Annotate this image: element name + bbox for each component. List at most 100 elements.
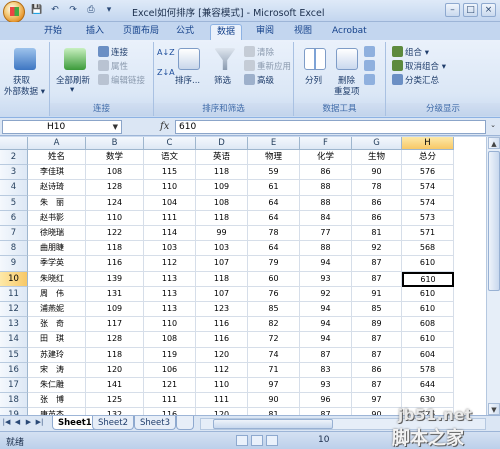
table-cell[interactable]: 132 (86, 408, 144, 415)
table-cell[interactable]: 110 (196, 378, 248, 394)
header-cell[interactable]: 总分 (402, 150, 454, 166)
table-cell[interactable]: 604 (402, 347, 454, 363)
row-header[interactable]: 13 (0, 317, 28, 333)
table-cell[interactable]: 120 (86, 362, 144, 378)
row-header[interactable]: 8 (0, 241, 28, 257)
table-cell[interactable]: 94 (300, 332, 352, 348)
table-cell[interactable]: 124 (86, 195, 144, 211)
table-cell[interactable]: 610 (402, 256, 454, 272)
table-cell[interactable]: 宋 涛 (28, 362, 86, 378)
table-cell[interactable]: 610 (402, 332, 454, 348)
table-cell[interactable]: 116 (144, 408, 196, 415)
table-cell[interactable]: 86 (352, 210, 402, 226)
row-header[interactable]: 7 (0, 226, 28, 242)
table-cell[interactable]: 周 伟 (28, 286, 86, 302)
row-header[interactable]: 5 (0, 195, 28, 211)
table-cell[interactable]: 119 (144, 347, 196, 363)
table-cell[interactable]: 朱仁雕 (28, 378, 86, 394)
tab-insert[interactable]: 插入 (80, 24, 110, 40)
formula-input[interactable]: 610 (175, 120, 486, 134)
table-cell[interactable]: 113 (144, 286, 196, 302)
table-cell[interactable]: 112 (144, 256, 196, 272)
table-cell[interactable]: 93 (300, 378, 352, 394)
vertical-scrollbar[interactable]: ▲ ▼ (486, 137, 500, 415)
table-cell[interactable]: 94 (300, 317, 352, 333)
table-cell[interactable]: 64 (248, 210, 300, 226)
table-cell[interactable]: 93 (300, 271, 352, 287)
close-button[interactable]: × (481, 3, 496, 17)
table-cell[interactable]: 116 (86, 256, 144, 272)
table-cell[interactable]: 84 (300, 210, 352, 226)
subtotal-button[interactable]: 分类汇总 (392, 74, 439, 86)
table-cell[interactable]: 90 (352, 408, 402, 415)
row-header[interactable]: 14 (0, 332, 28, 348)
header-cell[interactable]: 生物 (352, 150, 402, 166)
table-cell[interactable]: 94 (300, 256, 352, 272)
column-header-c[interactable]: C (144, 137, 196, 150)
table-cell[interactable]: 108 (196, 195, 248, 211)
table-cell[interactable]: 89 (352, 317, 402, 333)
row-header[interactable]: 15 (0, 347, 28, 363)
table-cell[interactable]: 88 (300, 241, 352, 257)
table-cell[interactable]: 141 (86, 378, 144, 394)
properties-button[interactable]: 属性 (98, 60, 128, 72)
table-cell[interactable]: 118 (196, 210, 248, 226)
table-cell[interactable]: 122 (86, 226, 144, 242)
table-cell[interactable]: 121 (144, 378, 196, 394)
table-cell[interactable]: 77 (300, 226, 352, 242)
table-cell[interactable]: 64 (248, 241, 300, 257)
tab-formulas[interactable]: 公式 (170, 24, 200, 40)
zoom-level[interactable]: 10 (318, 435, 329, 445)
table-cell[interactable]: 76 (248, 286, 300, 302)
table-cell[interactable]: 118 (196, 165, 248, 181)
table-cell[interactable]: 111 (144, 210, 196, 226)
data-validation-icon[interactable] (364, 46, 377, 58)
consolidate-icon[interactable] (364, 60, 377, 72)
table-cell[interactable]: 朱晓红 (28, 271, 86, 287)
clear-button[interactable]: 清除 (244, 46, 274, 58)
table-cell[interactable]: 99 (196, 226, 248, 242)
table-cell[interactable]: 128 (86, 180, 144, 196)
next-sheet-icon[interactable]: ▶ (24, 418, 33, 426)
row-header[interactable]: 11 (0, 286, 28, 302)
insert-function-icon[interactable]: fx (160, 121, 169, 132)
table-cell[interactable]: 朱 丽 (28, 195, 86, 211)
table-cell[interactable]: 赵诗琦 (28, 180, 86, 196)
table-cell[interactable]: 123 (196, 302, 248, 318)
tab-acrobat[interactable]: Acrobat (326, 24, 373, 40)
scroll-down-icon[interactable]: ▼ (488, 403, 500, 415)
table-cell[interactable]: 118 (196, 271, 248, 287)
table-cell[interactable]: 111 (196, 393, 248, 409)
vertical-scroll-thumb[interactable] (488, 151, 500, 291)
edit-links-button[interactable]: 编辑链接 (98, 74, 145, 86)
sort-a-z-button[interactable]: A↓Z (157, 48, 175, 57)
table-cell[interactable]: 79 (248, 256, 300, 272)
table-cell[interactable]: 田 琪 (28, 332, 86, 348)
row-header[interactable]: 2 (0, 150, 28, 166)
normal-view-icon[interactable] (236, 435, 248, 446)
row-header[interactable]: 16 (0, 362, 28, 378)
table-cell[interactable]: 117 (86, 317, 144, 333)
table-cell[interactable]: 120 (196, 347, 248, 363)
table-cell[interactable]: 曲朋睫 (28, 241, 86, 257)
advanced-button[interactable]: 高级 (244, 74, 274, 86)
filter-button[interactable]: 筛选 (214, 74, 231, 86)
table-cell[interactable]: 苏建玲 (28, 347, 86, 363)
table-cell[interactable]: 571 (402, 226, 454, 242)
active-cell[interactable]: 610 (402, 271, 454, 287)
header-cell[interactable]: 语文 (144, 150, 196, 166)
select-all-corner[interactable] (0, 137, 28, 150)
row-header[interactable]: 12 (0, 302, 28, 318)
table-cell[interactable]: 85 (248, 302, 300, 318)
get-external-data-label[interactable]: 外部数据 ▾ (4, 85, 45, 97)
table-cell[interactable]: 110 (144, 180, 196, 196)
table-cell[interactable]: 107 (196, 286, 248, 302)
name-box[interactable]: H10 ▼ (2, 120, 122, 134)
sort-button[interactable]: 排序... (175, 74, 200, 86)
table-cell[interactable]: 浦燕妮 (28, 302, 86, 318)
save-icon[interactable]: 💾 (30, 4, 44, 17)
tab-page-layout[interactable]: 页面布局 (117, 24, 165, 40)
maximize-button[interactable]: □ (463, 3, 478, 17)
table-cell[interactable]: 110 (144, 317, 196, 333)
table-cell[interactable]: 90 (248, 393, 300, 409)
